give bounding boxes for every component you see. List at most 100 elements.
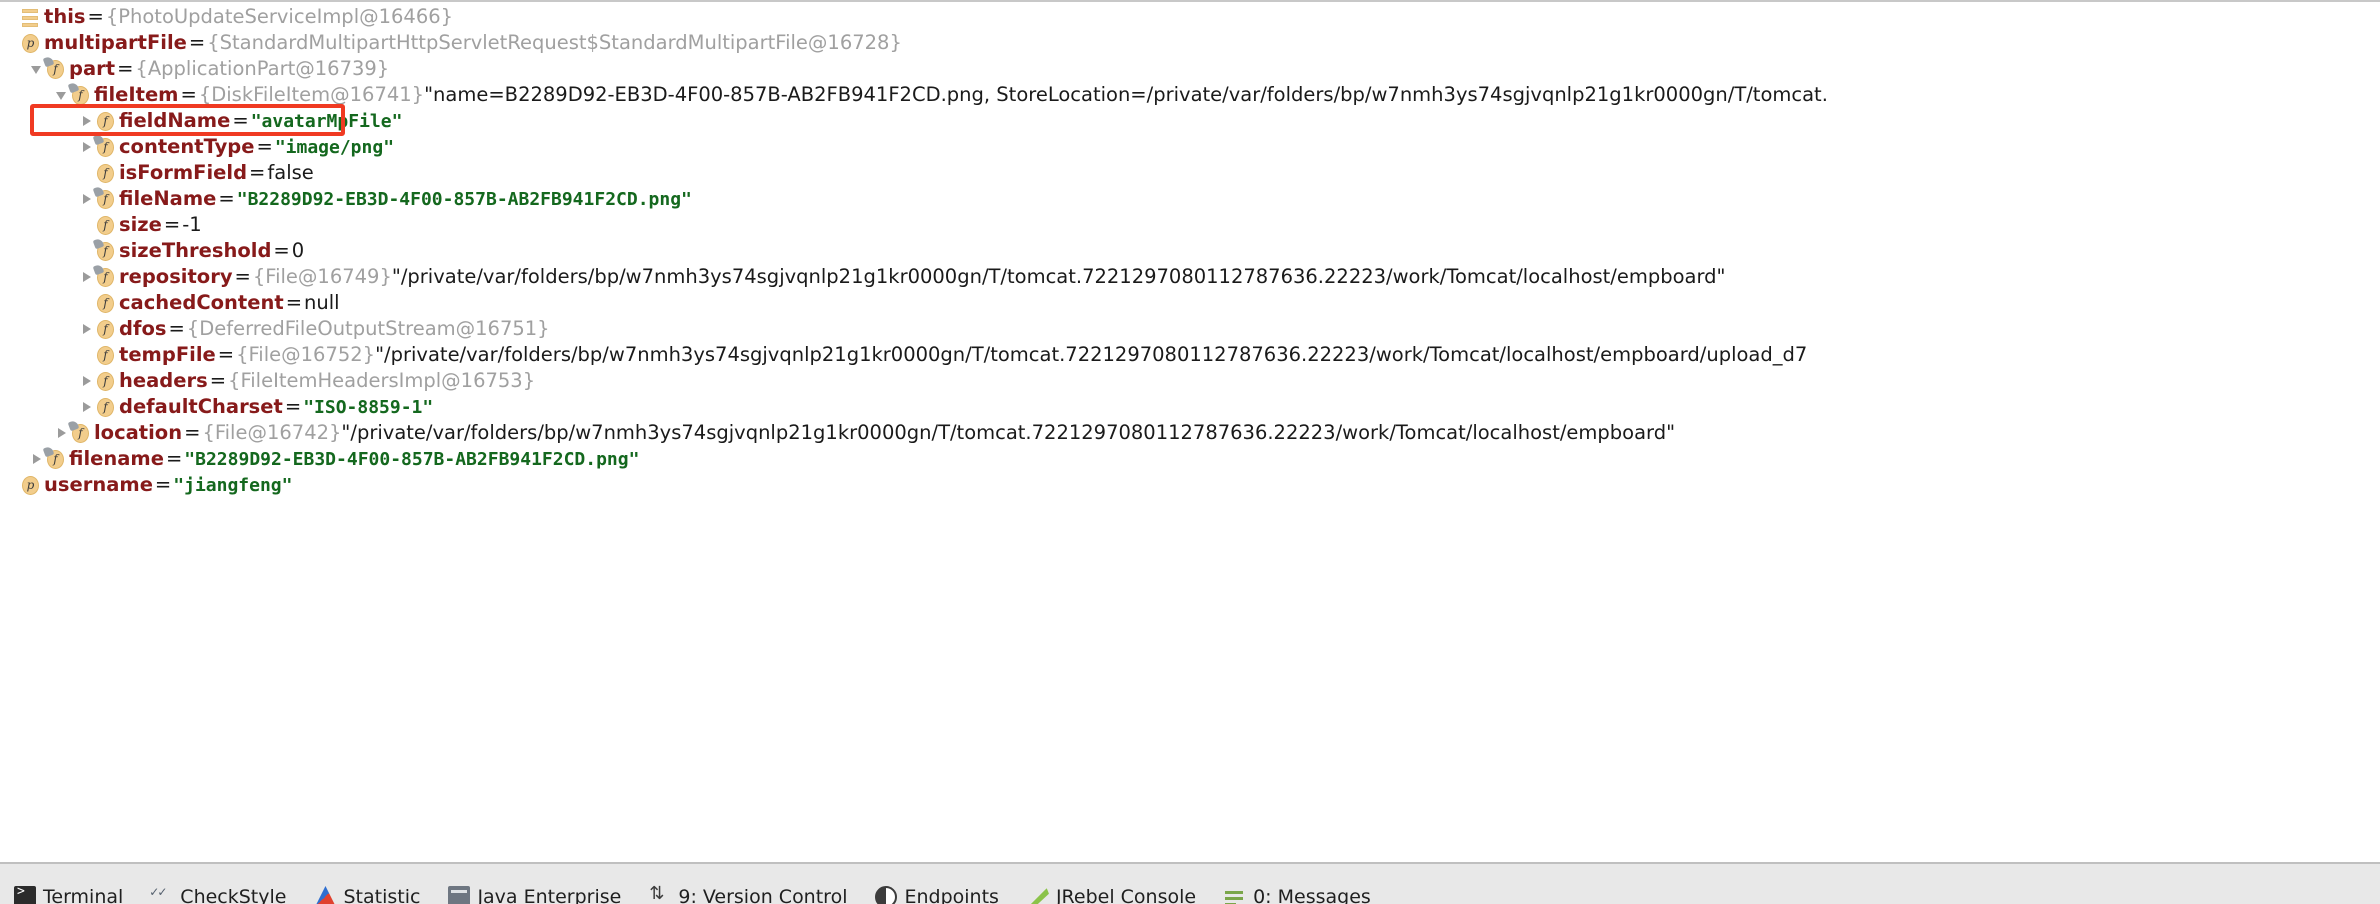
tool-window-tab[interactable]: Terminal — [8, 864, 145, 904]
variable-row[interactable]: this = {PhotoUpdateServiceImpl@16466} — [0, 4, 2380, 30]
tool-window-tab[interactable]: 9: Version Control — [643, 864, 869, 904]
variable-name: defaultCharset — [119, 395, 283, 418]
tool-window-tab[interactable]: Statistic — [308, 864, 442, 904]
variable-name: filename — [69, 447, 164, 470]
equals-sign: = — [87, 5, 104, 28]
variable-row[interactable]: f size = -1 — [0, 212, 2380, 238]
chevron-right-icon[interactable] — [79, 394, 96, 420]
tool-window-bar[interactable]: Terminal CheckStyle Statistic Java Enterpri… — [0, 862, 2380, 904]
tool-window-tab-label: CheckStyle — [180, 885, 287, 904]
tool-window-tab-label: Terminal — [43, 885, 124, 904]
equals-sign: = — [234, 265, 251, 288]
field-icon: f — [96, 294, 115, 313]
icon-bar — [22, 16, 38, 20]
equals-sign: = — [154, 473, 172, 496]
tool-window-tab[interactable]: CheckStyle — [145, 864, 308, 904]
field-icon: f — [96, 138, 115, 157]
variable-row[interactable]: f sizeThreshold = 0 — [0, 238, 2380, 264]
debugger-variables-window: this = {PhotoUpdateServiceImpl@16466} p mult… — [0, 0, 2380, 904]
twisty-placeholder — [79, 290, 96, 316]
field-icon: f — [96, 268, 115, 287]
variable-name: tempFile — [119, 343, 216, 366]
variable-row[interactable]: f filename = "B2289D92-EB3D-4F00-857B-AB2FB… — [0, 446, 2380, 472]
value-preview: "name=B2289D92-EB3D-4F00-857B-AB2FB941F2… — [424, 83, 1828, 106]
variable-row[interactable]: f defaultCharset = "ISO-8859-1" — [0, 394, 2380, 420]
chevron-right-icon[interactable] — [79, 108, 96, 134]
tool-window-tab[interactable]: Endpoints — [869, 864, 1020, 904]
variable-row[interactable]: f dfos = {DeferredFileOutputStream@16751} — [0, 316, 2380, 342]
field-icon: f — [96, 216, 115, 235]
variable-row[interactable]: f contentType = "image/png" — [0, 134, 2380, 160]
field-icon: f — [96, 320, 115, 339]
field-icon: f — [96, 372, 115, 391]
variable-name: username — [44, 473, 153, 496]
variable-row[interactable]: f cachedContent = null — [0, 290, 2380, 316]
variable-name: multipartFile — [44, 31, 187, 54]
twisty-placeholder — [4, 30, 21, 56]
value-preview: "/private/var/folders/bp/w7nmh3ys74sgjvq… — [341, 421, 1676, 444]
equals-sign: = — [273, 239, 290, 262]
variable-row[interactable]: f fileItem = {DiskFileItem@16741}"name=B228… — [0, 82, 2380, 108]
variable-row[interactable]: f tempFile = {File@16752}"/private/var/fold… — [0, 342, 2380, 368]
icon-bar — [22, 9, 38, 13]
equals-sign: = — [285, 291, 303, 314]
object-reference: {File@16749} — [252, 265, 392, 288]
variable-row[interactable]: f fieldName = "avatarMpFile" — [0, 108, 2380, 134]
equals-sign: = — [217, 343, 235, 366]
variable-row[interactable]: f repository = {File@16749}"/private/var/fo… — [0, 264, 2380, 290]
variable-row[interactable]: f headers = {FileItemHeadersImpl@16753} — [0, 368, 2380, 394]
twisty-placeholder — [79, 160, 96, 186]
equals-sign: = — [209, 369, 227, 392]
icon-glyph: p — [26, 478, 35, 492]
checkstyle-icon — [149, 885, 173, 904]
icon-glyph: f — [103, 192, 108, 206]
equals-sign: = — [188, 31, 206, 54]
field-icon: f — [96, 346, 115, 365]
variable-value: "jiangfeng" — [173, 475, 293, 496]
variable-row[interactable]: f part = {ApplicationPart@16739} — [0, 56, 2380, 82]
chevron-right-icon[interactable] — [79, 316, 96, 342]
object-reference: {DiskFileItem@16741} — [198, 83, 425, 106]
variable-name: dfos — [119, 317, 167, 340]
icon-glyph: f — [103, 244, 108, 258]
variable-name: location — [94, 421, 183, 444]
variable-row[interactable]: p username = "jiangfeng" — [0, 472, 2380, 498]
this-icon — [21, 8, 40, 27]
object-reference: {ApplicationPart@16739} — [135, 57, 390, 80]
variables-tree[interactable]: this = {PhotoUpdateServiceImpl@16466} p mult… — [0, 4, 2380, 844]
equals-sign: = — [117, 57, 134, 80]
top-divider — [0, 0, 2380, 2]
twisty-placeholder — [4, 472, 21, 498]
tool-window-tab[interactable]: Java Enterprise — [442, 864, 643, 904]
field-icon: f — [71, 424, 90, 443]
variable-name: cachedContent — [119, 291, 284, 314]
variable-name: repository — [119, 265, 233, 288]
variable-row[interactable]: f location = {File@16742}"/private/var/fold… — [0, 420, 2380, 446]
variable-row[interactable]: p multipartFile = {StandardMultipartHttpSer… — [0, 30, 2380, 56]
tool-window-tab-label: 9: Version Control — [678, 885, 848, 904]
icon-glyph: f — [53, 62, 58, 76]
object-reference: {File@16742} — [202, 421, 342, 444]
value-preview: "/private/var/folders/bp/w7nmh3ys74sgjvq… — [375, 343, 1808, 366]
equals-sign: = — [184, 421, 201, 444]
parameter-icon: p — [21, 34, 40, 53]
field-icon: f — [71, 86, 90, 105]
tool-window-tab[interactable]: JRebel Console — [1021, 864, 1218, 904]
variable-row[interactable]: f isFormField = false — [0, 160, 2380, 186]
variable-row[interactable]: f fileName = "B2289D92-EB3D-4F00-857B-AB2FB… — [0, 186, 2380, 212]
icon-bar — [22, 23, 38, 27]
tool-window-tab[interactable]: 0: Messages — [1218, 864, 1393, 904]
icon-glyph: f — [78, 426, 83, 440]
equals-sign: = — [218, 187, 235, 210]
equals-sign: = — [180, 83, 197, 106]
chevron-right-icon[interactable] — [79, 368, 96, 394]
